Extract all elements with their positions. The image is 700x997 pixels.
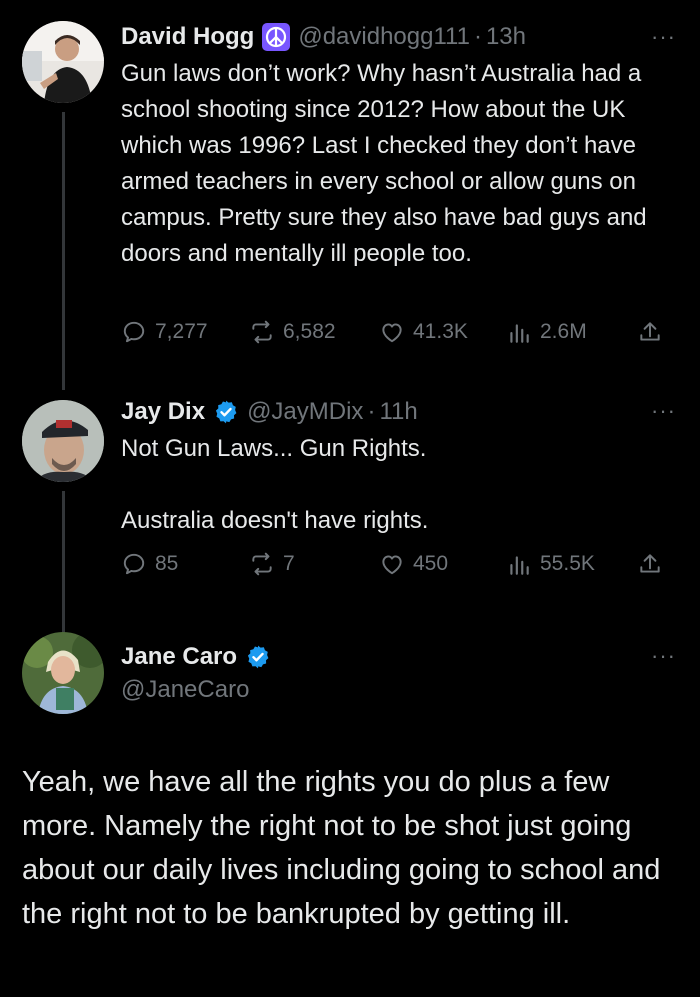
display-name[interactable]: Jane Caro (121, 642, 237, 672)
retweet-count: 7 (283, 552, 295, 575)
tweet-header: Jay Dix @JayMDix · 11h (121, 397, 418, 427)
thread-line (62, 112, 65, 390)
avatar-photo (22, 21, 104, 103)
like-button[interactable]: 450 (379, 551, 448, 577)
views-icon (510, 556, 529, 575)
reply-count: 7,277 (155, 320, 208, 343)
handle[interactable]: @JaneCaro (121, 675, 249, 705)
tweet-text: Not Gun Laws... Gun Rights. Australia do… (121, 435, 429, 534)
peace-sign-icon (262, 23, 291, 51)
tweet-david-hogg[interactable]: David Hogg @davidhogg111 · 13h ··· Gun l… (0, 0, 700, 390)
display-name[interactable]: Jay Dix (121, 397, 205, 427)
heart-icon (382, 323, 402, 343)
handle-row: @JaneCaro (121, 675, 249, 705)
tweet-actions: 7,277 6,582 41.3K 2.6M (121, 319, 681, 353)
tweet-header: David Hogg @davidhogg111 · 13h (121, 22, 526, 52)
heart-icon (382, 555, 402, 575)
tweet-text: Yeah, we have all the rights you do plus… (22, 766, 661, 930)
avatar-photo (22, 400, 104, 482)
avatar-photo (22, 632, 104, 714)
handle[interactable]: @davidhogg111 (298, 22, 470, 52)
avatar[interactable] (22, 632, 104, 714)
share-icon (640, 554, 660, 573)
more-options-icon[interactable]: ··· (651, 24, 676, 50)
reply-button[interactable]: 85 (121, 551, 178, 577)
handle[interactable]: @JayMDix (247, 397, 363, 427)
view-count: 2.6M (540, 320, 587, 343)
timestamp[interactable]: 13h (486, 22, 526, 52)
tweet-header: Jane Caro (121, 642, 271, 672)
separator: · (473, 23, 482, 50)
retweet-icon (252, 552, 272, 576)
avatar[interactable] (22, 21, 104, 103)
display-name[interactable]: David Hogg (121, 22, 254, 52)
more-options-icon[interactable]: ··· (651, 643, 676, 669)
tweet-actions: 85 7 450 55.5K (121, 551, 681, 585)
views-button[interactable]: 2.6M (506, 319, 587, 345)
separator: · (367, 398, 376, 425)
view-count: 55.5K (540, 552, 595, 575)
reply-button[interactable]: 7,277 (121, 319, 208, 345)
share-button[interactable] (637, 319, 663, 350)
verified-icon (213, 399, 239, 425)
reply-icon (123, 553, 145, 575)
thread-line (62, 491, 65, 633)
views-icon (510, 324, 529, 343)
like-button[interactable]: 41.3K (379, 319, 468, 345)
views-button[interactable]: 55.5K (506, 551, 595, 577)
tweet-text: Gun laws don’t work? Why hasn’t Australi… (121, 60, 654, 267)
timestamp[interactable]: 11h (379, 397, 417, 427)
like-count: 450 (413, 552, 449, 575)
reply-icon (123, 321, 145, 343)
retweet-button[interactable]: 7 (249, 551, 295, 577)
share-icon (640, 322, 660, 341)
reply-count: 85 (155, 552, 179, 575)
retweet-button[interactable]: 6,582 (249, 319, 336, 345)
more-options-icon[interactable]: ··· (651, 398, 676, 424)
tweet-jay-dix[interactable]: Jay Dix @JayMDix · 11h ··· Not Gun Laws.… (0, 380, 700, 633)
retweet-count: 6,582 (283, 320, 336, 343)
share-button[interactable] (637, 551, 663, 582)
verified-icon (245, 644, 271, 670)
retweet-icon (252, 320, 272, 344)
tweet-jane-caro[interactable]: Jane Caro @JaneCaro ··· Yeah, we have al… (0, 630, 700, 997)
like-count: 41.3K (413, 320, 468, 343)
avatar[interactable] (22, 400, 104, 482)
